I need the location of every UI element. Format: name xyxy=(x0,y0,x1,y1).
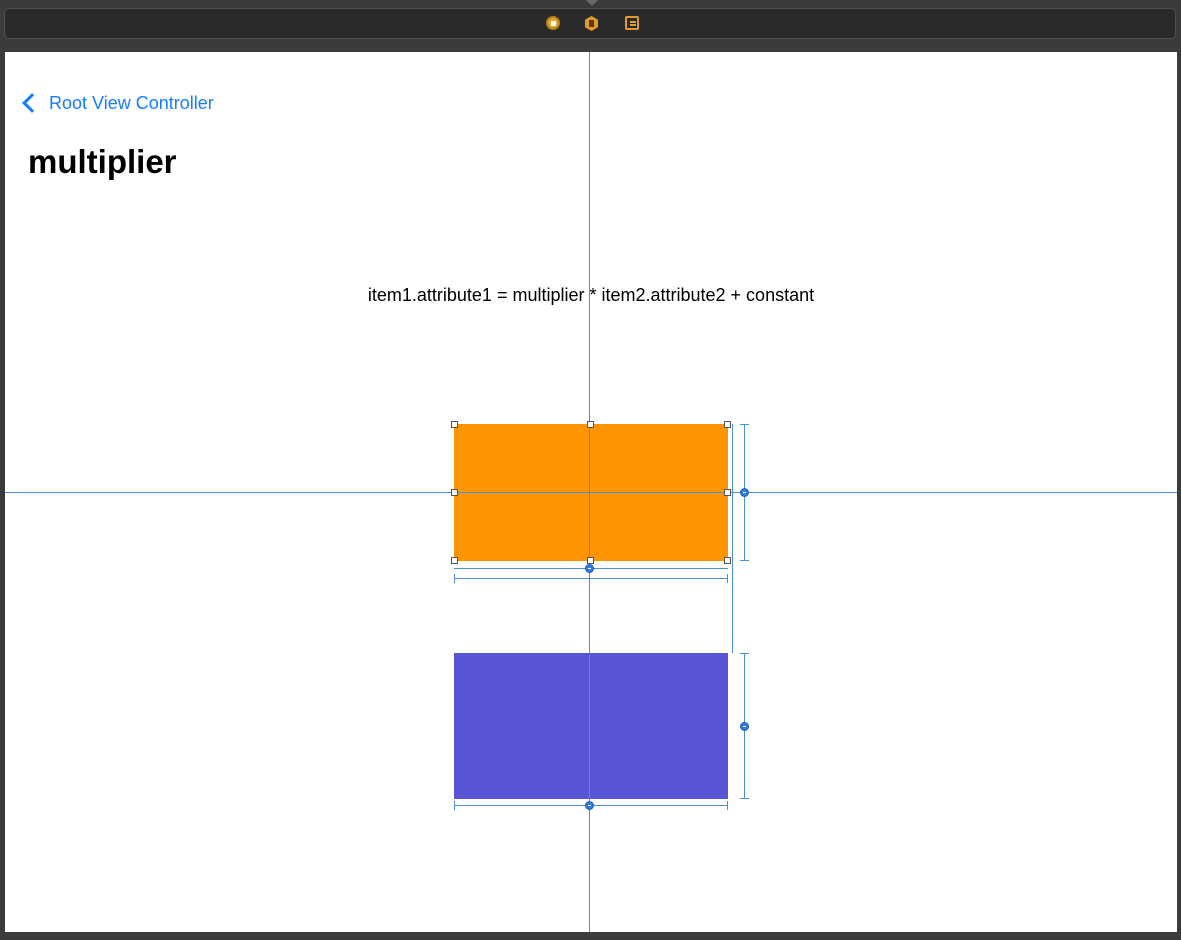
formula-label[interactable]: item1.attribute1 = multiplier * item2.at… xyxy=(5,285,1177,306)
vertical-spacing-constraint[interactable] xyxy=(732,424,733,653)
first-responder-icon[interactable] xyxy=(585,16,598,31)
resize-handle-bottom-right[interactable] xyxy=(724,557,731,564)
constraint-marker[interactable] xyxy=(585,564,594,573)
resize-handle-top[interactable] xyxy=(587,421,594,428)
back-button[interactable]: Root View Controller xyxy=(20,92,214,114)
constraint-marker[interactable] xyxy=(740,488,749,497)
resize-handle-left[interactable] xyxy=(451,489,458,496)
storyboard-window: Root View Controller multiplier item1.at… xyxy=(0,0,1181,940)
resize-handle-bottom[interactable] xyxy=(587,557,594,564)
view-controller-canvas[interactable]: Root View Controller multiplier item1.at… xyxy=(5,52,1177,932)
chevron-left-icon xyxy=(22,93,42,113)
page-title: multiplier xyxy=(28,143,177,180)
horizontal-center-guide xyxy=(5,492,1177,493)
back-button-label: Root View Controller xyxy=(49,92,214,113)
constraint-marker[interactable] xyxy=(585,801,594,810)
view-controller-icon[interactable] xyxy=(546,16,560,30)
exit-icon[interactable] xyxy=(625,16,639,30)
resize-handle-right[interactable] xyxy=(724,489,731,496)
blue-view[interactable] xyxy=(454,653,728,799)
constraint-marker[interactable] xyxy=(740,722,749,731)
resize-handle-top-left[interactable] xyxy=(451,421,458,428)
scene-dock xyxy=(4,8,1176,39)
resize-handle-bottom-left[interactable] xyxy=(451,557,458,564)
resize-handle-top-right[interactable] xyxy=(724,421,731,428)
scene-pointer xyxy=(586,0,598,6)
